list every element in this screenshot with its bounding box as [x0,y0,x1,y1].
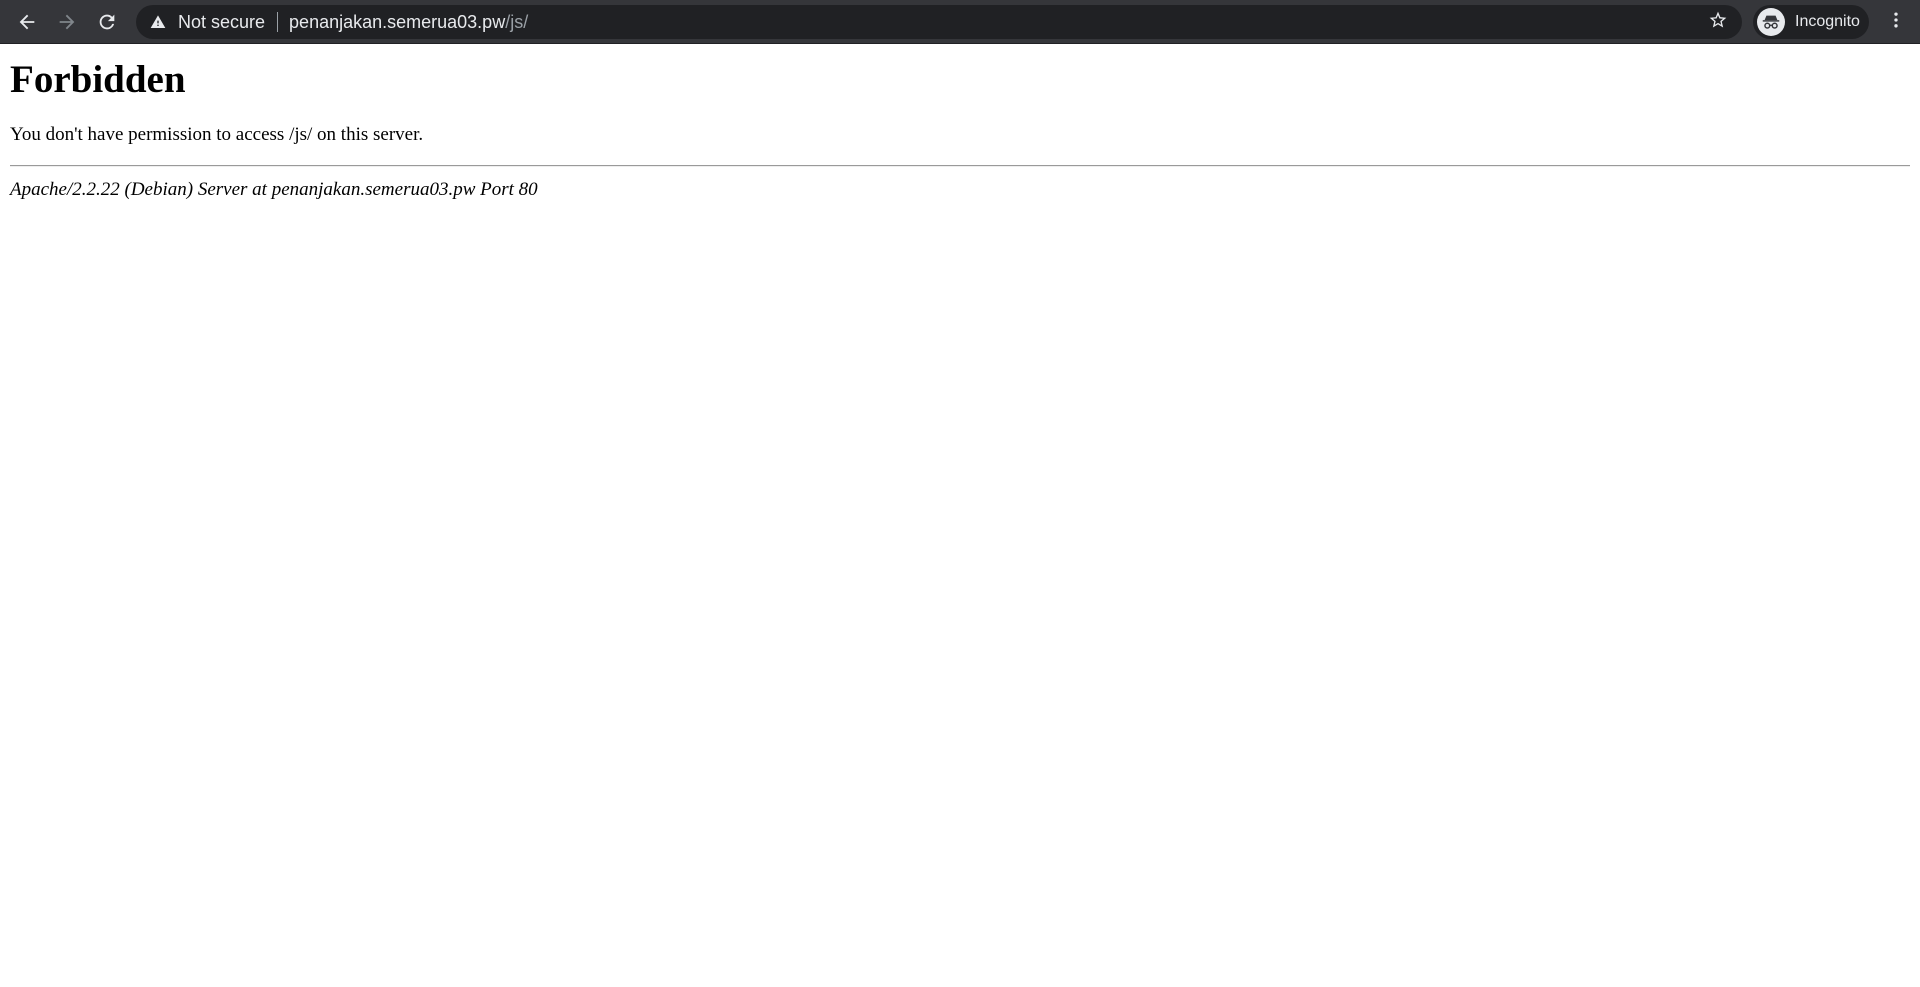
incognito-label: Incognito [1795,13,1860,30]
reload-button[interactable] [87,2,127,42]
page-title: Forbidden [10,58,186,101]
divider [10,165,1910,167]
url-host: penanjakan.semerua03.pw [289,11,506,32]
kebab-menu-icon [1886,10,1906,35]
security-indicator[interactable]: Not secure [136,5,275,39]
reload-icon [96,11,118,33]
omnibox-divider [277,12,279,32]
arrow-left-icon [16,11,38,33]
page-content: Forbidden You don't have permission to a… [0,44,1920,987]
star-icon [1708,10,1728,35]
security-label: Not secure [178,11,266,32]
error-message: You don't have permission to access /js/… [10,124,424,145]
address-bar[interactable]: Not secure penanjakan.semerua03.pw/js/ [136,5,1742,39]
bookmark-button[interactable] [1702,6,1734,38]
forward-button[interactable] [47,2,87,42]
incognito-profile-button[interactable]: Incognito [1753,5,1869,39]
incognito-icon [1757,8,1785,36]
server-signature: Apache/2.2.22 (Debian) Server at penanja… [10,179,538,200]
warning-triangle-icon [150,14,166,30]
browser-toolbar: Not secure penanjakan.semerua03.pw/js/ I… [0,0,1920,44]
arrow-right-icon [56,11,78,33]
browser-menu-button[interactable] [1878,4,1914,40]
back-button[interactable] [7,2,47,42]
url-path: /js/ [505,11,529,32]
